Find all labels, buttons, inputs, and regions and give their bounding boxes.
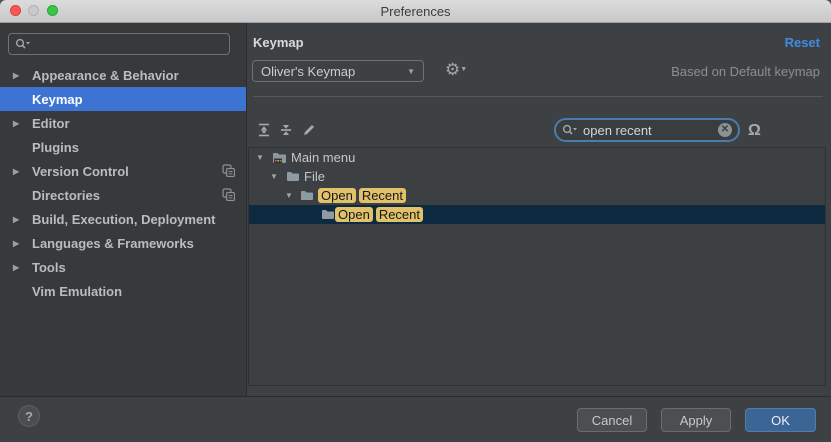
collapse-arrow-icon[interactable]: ▼ [256,153,264,162]
reset-link[interactable]: Reset [785,35,820,50]
search-icon [562,124,577,136]
expand-arrow-icon[interactable]: ▶ [13,119,19,128]
per-project-settings-icon [222,164,235,177]
gear-icon[interactable]: ⚙▼ [445,59,467,81]
settings-sidebar: ▶ Appearance & Behavior Keymap ▶ Editor … [0,23,247,396]
help-button[interactable]: ? [18,405,40,427]
tree-row-main-menu[interactable]: ▼ Main menu [249,148,825,167]
dialog-footer: ? Cancel Apply OK [0,396,831,442]
shortcut-search-input[interactable] [581,122,718,139]
settings-search-box[interactable] [8,33,230,55]
keymap-settings-panel: Keymap Reset Oliver's Keymap ▼ ⚙▼ Based … [247,23,831,396]
tree-row-open-recent-child[interactable]: Open Recent [249,205,825,224]
sidebar-item-version-control[interactable]: ▶ Version Control [0,159,246,183]
settings-search-input[interactable] [34,36,223,53]
per-project-settings-icon [222,188,235,201]
expand-arrow-icon[interactable]: ▶ [13,71,19,80]
folder-icon [321,209,335,220]
tree-row-open-recent[interactable]: ▼ Open Recent [249,186,825,205]
keymap-dropdown[interactable]: Oliver's Keymap ▼ [252,60,424,82]
highlighted-label: Open Recent [335,207,426,222]
settings-category-list: ▶ Appearance & Behavior Keymap ▶ Editor … [0,63,246,303]
expand-arrow-icon[interactable]: ▶ [13,215,19,224]
sidebar-item-directories[interactable]: Directories [0,183,246,207]
expand-all-icon[interactable] [257,123,271,137]
ok-button[interactable]: OK [745,408,816,432]
chevron-down-icon: ▼ [460,66,467,73]
folder-icon [286,171,300,182]
sidebar-item-build-execution-deployment[interactable]: ▶ Build, Execution, Deployment [0,207,246,231]
sidebar-item-appearance-behavior[interactable]: ▶ Appearance & Behavior [0,63,246,87]
expand-arrow-icon[interactable]: ▶ [13,263,19,272]
main-menu-icon [272,152,287,164]
based-on-label: Based on Default keymap [671,64,820,79]
collapse-arrow-icon[interactable]: ▼ [270,172,278,181]
sidebar-item-keymap[interactable]: Keymap [0,87,246,111]
sidebar-item-tools[interactable]: ▶ Tools [0,255,246,279]
collapse-arrow-icon[interactable]: ▼ [285,191,293,200]
titlebar: Preferences [0,0,831,23]
find-actions-by-shortcut-icon[interactable]: Ω [748,122,761,140]
header-separator [253,96,823,97]
apply-button[interactable]: Apply [661,408,731,432]
sidebar-item-languages-frameworks[interactable]: ▶ Languages & Frameworks [0,231,246,255]
expand-arrow-icon[interactable]: ▶ [13,239,19,248]
clear-search-icon[interactable]: ✕ [718,123,732,137]
preferences-window: Preferences ▶ Appearance & Behavior Keym… [0,0,831,442]
zoom-window-button[interactable] [47,5,58,16]
tree-row-file[interactable]: ▼ File [249,167,825,186]
window-title: Preferences [380,4,450,19]
minimize-window-button[interactable] [28,5,39,16]
search-icon [15,38,30,50]
sidebar-item-vim-emulation[interactable]: Vim Emulation [0,279,246,303]
collapse-all-icon[interactable] [279,123,293,137]
edit-shortcut-icon[interactable] [302,123,316,137]
keymap-action-tree: ▼ Main menu ▼ [248,147,826,386]
highlighted-label: Open Recent [318,188,409,203]
shortcut-search-box[interactable]: ✕ [554,118,740,142]
sidebar-item-plugins[interactable]: Plugins [0,135,246,159]
page-title: Keymap [253,35,304,50]
sidebar-item-editor[interactable]: ▶ Editor [0,111,246,135]
expand-arrow-icon[interactable]: ▶ [13,167,19,176]
close-window-button[interactable] [10,5,21,16]
cancel-button[interactable]: Cancel [577,408,647,432]
folder-icon [300,190,314,201]
keymap-dropdown-value: Oliver's Keymap [261,64,355,79]
chevron-down-icon: ▼ [407,67,415,76]
